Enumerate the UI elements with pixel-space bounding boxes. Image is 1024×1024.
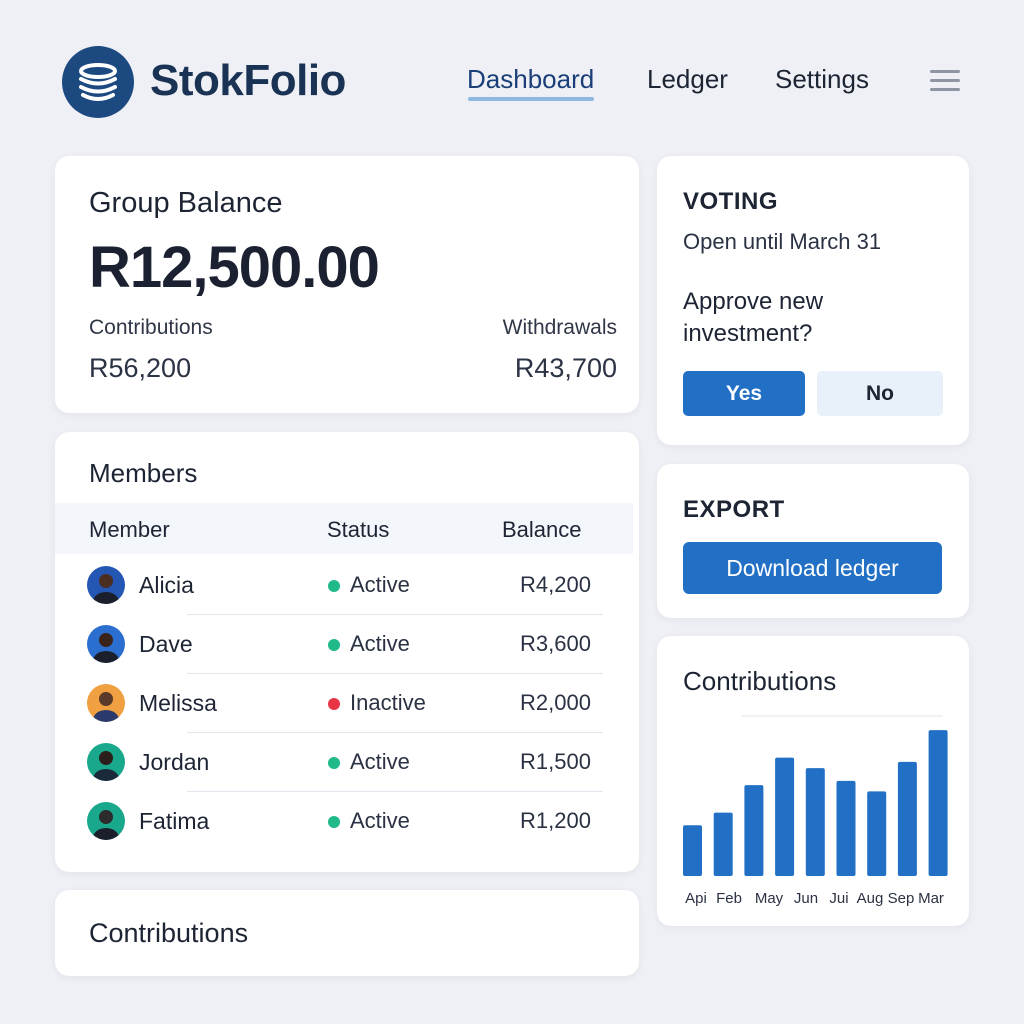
member-name: Melissa bbox=[139, 690, 217, 716]
member-status: Inactive bbox=[350, 690, 426, 715]
chart-bar bbox=[805, 768, 825, 876]
avatar bbox=[87, 743, 125, 781]
voting-card: VOTING Open until March 31 Approve new i… bbox=[657, 156, 969, 445]
x-axis-tick-label: Aug bbox=[857, 890, 884, 907]
table-row[interactable]: Melissa Inactive R2,000 bbox=[87, 674, 603, 733]
voting-deadline: Open until March 31 bbox=[683, 229, 882, 254]
member-status: Active bbox=[350, 749, 410, 774]
x-axis-tick-label: Api bbox=[685, 890, 707, 907]
column-header-balance[interactable]: Balance bbox=[502, 517, 582, 543]
x-axis-tick-label: Jun bbox=[794, 890, 818, 907]
status-dot bbox=[328, 757, 340, 769]
status-dot bbox=[328, 698, 340, 710]
avatar bbox=[87, 684, 125, 722]
voting-heading: VOTING bbox=[683, 188, 779, 215]
member-balance: R4,200 bbox=[520, 572, 591, 597]
x-axis-tick-label: Mar bbox=[918, 890, 944, 907]
table-row[interactable]: Fatima Active R1,200 bbox=[87, 792, 603, 851]
hamburger-menu-icon[interactable] bbox=[930, 70, 962, 94]
table-row[interactable]: Alicia Active R4,200 bbox=[87, 556, 603, 615]
table-row[interactable]: Dave Active R3,600 bbox=[87, 615, 603, 674]
withdrawals-label: Withdrawals bbox=[502, 316, 617, 339]
chart-bar bbox=[836, 780, 856, 876]
download-ledger-button[interactable]: Download ledger bbox=[683, 542, 942, 594]
avatar bbox=[87, 566, 125, 604]
member-name: Jordan bbox=[139, 749, 210, 775]
members-table-header: Member Status Balance bbox=[55, 503, 633, 554]
contributions-section-title: Contributions bbox=[89, 918, 249, 948]
member-balance: R2,000 bbox=[520, 690, 591, 715]
group-balance-card: Group Balance R12,500.00 Contributions R… bbox=[55, 156, 639, 413]
export-heading: EXPORT bbox=[683, 496, 785, 523]
withdrawals-value: R43,700 bbox=[514, 353, 617, 383]
status-dot bbox=[328, 639, 340, 651]
voting-question: Approve new investment? bbox=[683, 288, 824, 347]
export-card: EXPORT Download ledger bbox=[657, 464, 969, 618]
chart-bar bbox=[867, 791, 887, 876]
x-axis-tick-label: May bbox=[755, 890, 784, 907]
member-name: Dave bbox=[139, 631, 193, 657]
nav-dashboard[interactable]: Dashboard bbox=[467, 64, 594, 95]
members-card: Members Member Status Balance Alicia Act… bbox=[55, 432, 639, 872]
chart-bar bbox=[744, 785, 764, 876]
contributions-chart-card: Contributions Api Feb May Jun Jui Aug Sep Mar bbox=[657, 636, 969, 926]
chart-bar bbox=[928, 730, 948, 876]
x-axis-tick-label: Jui bbox=[829, 890, 848, 907]
chart-bar bbox=[713, 812, 733, 876]
column-header-status[interactable]: Status bbox=[327, 517, 389, 543]
member-balance: R3,600 bbox=[520, 631, 591, 656]
top-bar: StokFolio Dashboard Ledger Settings bbox=[0, 0, 1024, 150]
contributions-bar-chart: Api Feb May Jun Jui Aug Sep Mar bbox=[683, 715, 948, 907]
status-dot bbox=[328, 580, 340, 592]
x-axis-tick-label: Feb bbox=[716, 890, 742, 907]
contributions-label: Contributions bbox=[89, 316, 213, 339]
column-header-member[interactable]: Member bbox=[89, 517, 170, 543]
x-axis-tick-label: Sep bbox=[888, 890, 915, 907]
nav-ledger[interactable]: Ledger bbox=[647, 64, 728, 95]
vote-yes-button[interactable]: Yes bbox=[683, 371, 805, 416]
member-status: Active bbox=[350, 808, 410, 833]
contributions-value: R56,200 bbox=[89, 353, 192, 383]
members-title: Members bbox=[89, 458, 198, 488]
member-balance: R1,500 bbox=[520, 749, 591, 774]
vote-no-button[interactable]: No bbox=[817, 371, 943, 416]
member-name: Alicia bbox=[139, 572, 194, 598]
avatar bbox=[87, 802, 125, 840]
group-balance-title: Group Balance bbox=[89, 187, 283, 219]
group-balance-amount: R12,500.00 bbox=[89, 235, 380, 300]
avatar bbox=[87, 625, 125, 663]
member-status: Active bbox=[350, 572, 410, 597]
status-dot bbox=[328, 816, 340, 828]
nav-settings[interactable]: Settings bbox=[775, 64, 869, 95]
contributions-section-card[interactable]: Contributions bbox=[55, 890, 639, 976]
member-balance: R1,200 bbox=[520, 808, 591, 833]
nav-active-indicator bbox=[468, 97, 594, 101]
coin-stack-icon[interactable] bbox=[62, 46, 134, 118]
chart-bar bbox=[897, 761, 917, 876]
chart-title: Contributions bbox=[683, 666, 837, 696]
chart-bar bbox=[775, 757, 795, 876]
chart-bar bbox=[683, 825, 702, 876]
brand-name: StokFolio bbox=[150, 56, 346, 105]
member-name: Fatima bbox=[139, 808, 210, 834]
member-status: Active bbox=[350, 631, 410, 656]
table-row[interactable]: Jordan Active R1,500 bbox=[87, 733, 603, 792]
